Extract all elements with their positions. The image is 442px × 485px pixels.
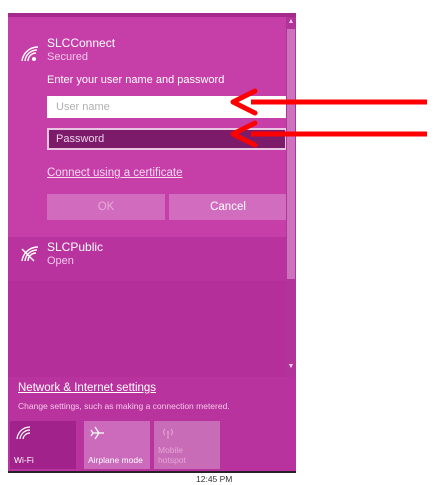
network-settings-description: Change settings, such as making a connec…	[18, 401, 230, 411]
wifi-toggle-tile[interactable]: Wi-Fi	[10, 421, 76, 469]
hotspot-icon	[160, 426, 176, 440]
credentials-prompt: Enter your user name and password	[47, 74, 225, 86]
wifi-icon	[16, 426, 32, 440]
annotation-arrow-password	[229, 120, 429, 148]
scroll-thumb[interactable]	[287, 29, 295, 279]
scroll-up-icon[interactable]: ▲	[286, 17, 296, 27]
scroll-down-icon[interactable]: ▼	[286, 362, 296, 372]
taskbar	[8, 471, 296, 473]
network-name: SLCConnect	[47, 36, 116, 50]
tile-label: Airplane mode	[88, 455, 143, 465]
network-list-empty-area	[8, 281, 286, 377]
network-name: SLCPublic	[47, 240, 104, 254]
ok-button[interactable]: OK	[47, 194, 165, 220]
tile-label: Wi-Fi	[14, 455, 34, 465]
network-status: Secured	[47, 51, 88, 63]
connect-certificate-link[interactable]: Connect using a certificate	[47, 167, 183, 179]
network-list-scrollbar[interactable]: ▲ ▼	[286, 17, 296, 377]
network-item-slcpublic[interactable]: SLCPublic Open	[8, 237, 286, 281]
airplane-icon	[90, 426, 106, 440]
network-flyout: SLCConnect Secured Enter your user name …	[8, 13, 296, 473]
taskbar-clock: 12:45 PM	[196, 474, 233, 484]
airplane-mode-tile[interactable]: Airplane mode	[84, 421, 150, 469]
wifi-secured-icon	[20, 45, 40, 63]
wifi-open-icon	[20, 245, 40, 263]
network-status: Open	[47, 255, 74, 267]
mobile-hotspot-tile[interactable]: Mobile hotspot	[154, 421, 220, 469]
tile-label: Mobile hotspot	[158, 445, 186, 465]
cancel-button[interactable]: Cancel	[169, 194, 287, 220]
network-settings-link[interactable]: Network & Internet settings	[18, 382, 156, 394]
annotation-arrow-username	[229, 88, 429, 116]
